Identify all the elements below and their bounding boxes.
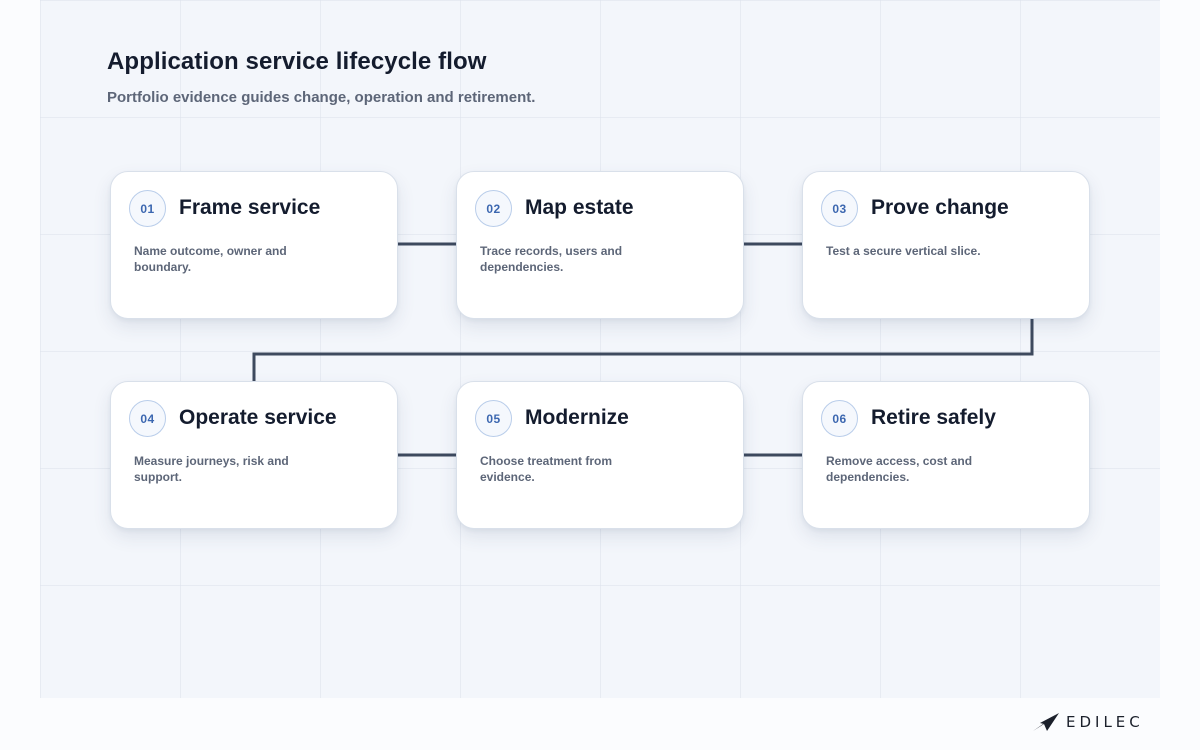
step-description: Measure journeys, risk and support. — [134, 454, 289, 484]
step-description: Test a secure vertical slice. — [826, 244, 981, 258]
step-description: Remove access, cost and dependencies. — [826, 454, 973, 484]
brand-logo-text: EDILEC — [1066, 713, 1144, 731]
step-card-prove-change: 03 Prove change Test a secure vertical s… — [802, 171, 1090, 319]
step-number-badge: 05 — [475, 400, 512, 437]
brand-logo: EDILEC — [1032, 711, 1144, 733]
step-title: Operate service — [179, 406, 337, 429]
step-title: Modernize — [525, 406, 629, 429]
step-title: Retire safely — [871, 406, 996, 429]
step-title: Map estate — [525, 196, 634, 219]
step-number-badge: 06 — [821, 400, 858, 437]
step-card-modernize: 05 Modernize Choose treatment from evide… — [456, 381, 744, 529]
step-description: Choose treatment from evidence. — [480, 454, 613, 484]
step-card-frame-service: 01 Frame service Name outcome, owner and… — [110, 171, 398, 319]
step-card-operate-service: 04 Operate service Measure journeys, ris… — [110, 381, 398, 529]
flow-connectors — [252, 242, 1034, 457]
step-card-retire-safely: 06 Retire safely Remove access, cost and… — [802, 381, 1090, 529]
step-title: Frame service — [179, 196, 321, 219]
step-number-badge: 03 — [821, 190, 858, 227]
step-number-badge: 04 — [129, 400, 166, 437]
connector-03-04 — [252, 319, 1034, 381]
paper-plane-logo-icon — [1033, 713, 1059, 731]
step-description: Trace records, users and dependencies. — [480, 244, 623, 274]
step-card-map-estate: 02 Map estate Trace records, users and d… — [456, 171, 744, 319]
step-number-badge: 02 — [475, 190, 512, 227]
step-title: Prove change — [871, 196, 1009, 219]
step-number-badge: 01 — [129, 190, 166, 227]
step-description: Name outcome, owner and boundary. — [134, 244, 287, 274]
